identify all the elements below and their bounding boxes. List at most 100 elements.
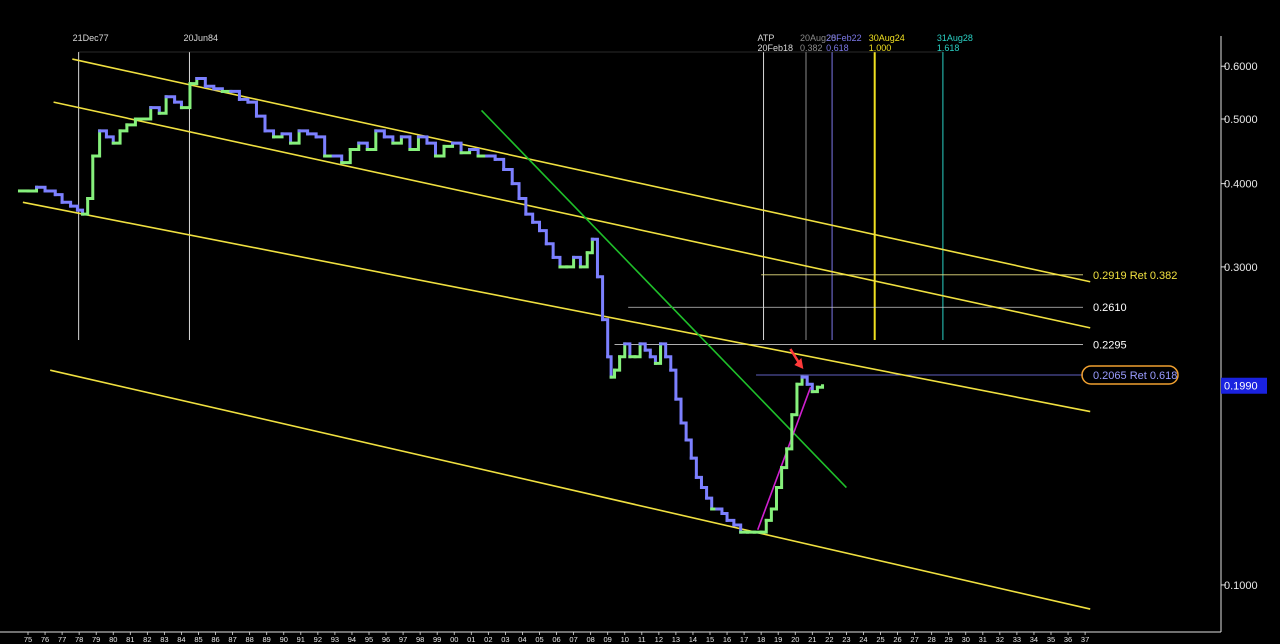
y-tick-label: 0.5000: [1224, 114, 1258, 126]
x-tick-label: 25: [876, 635, 884, 644]
price-chart: 21Dec77 20Jun84 ATP20Feb1820Aug200.38228Fe…: [0, 33, 1267, 644]
price-step: [759, 518, 768, 534]
x-tick-label: 05: [535, 635, 543, 644]
fib-level-lines: [614, 274, 1083, 376]
y-tick-label: 0.3000: [1224, 262, 1258, 274]
price-step: [699, 486, 709, 500]
price-step: [585, 237, 594, 255]
price-step: [694, 475, 703, 490]
x-tick-label: 36: [1064, 635, 1072, 644]
price-step: [613, 355, 622, 372]
price-step: [142, 106, 153, 121]
x-tick-label: 95: [365, 635, 373, 644]
x-tick-label: 97: [399, 635, 407, 644]
price-step: [664, 355, 673, 372]
x-tick-label: 88: [245, 635, 253, 644]
x-tick-label: 80: [109, 635, 117, 644]
annotations: 21Dec77 20Jun84 ATP20Feb1820Aug200.38228Fe…: [73, 33, 1179, 385]
x-tick-label: 06: [552, 635, 560, 644]
x-tick-label: 75: [24, 635, 32, 644]
y-tick-label: 0.6000: [1224, 61, 1258, 73]
x-tick-label: 83: [160, 635, 168, 644]
price-step: [679, 421, 688, 442]
support-line: [756, 386, 812, 531]
x-tick-label: 01: [467, 635, 475, 644]
level-label: 0.2295: [1093, 339, 1127, 351]
x-tick-label: 77: [58, 635, 66, 644]
x-tick-label: 08: [586, 635, 594, 644]
x-tick-label: 92: [314, 635, 322, 644]
x-tick-label: 31: [979, 635, 987, 644]
price-step: [669, 368, 678, 401]
date-label: 21Dec77: [73, 33, 109, 43]
x-tick-label: 81: [126, 635, 134, 644]
date-sublabel: 1.618: [937, 43, 960, 53]
date-label: 28Feb22: [826, 33, 862, 43]
price-step: [314, 135, 327, 158]
price-step: [633, 342, 642, 359]
x-tick-label: 79: [92, 635, 100, 644]
price-step: [510, 182, 521, 200]
price-step: [684, 438, 693, 460]
x-tick-label: 13: [672, 635, 680, 644]
vertical-date-lines: [78, 51, 944, 340]
x-tick-label: 99: [433, 635, 441, 644]
x-tick-label: 33: [1013, 635, 1021, 644]
x-tick-label: 12: [655, 635, 663, 644]
x-tick-label: 84: [177, 635, 185, 644]
price-step: [595, 275, 605, 322]
price-step: [86, 154, 95, 200]
price-step: [544, 242, 555, 259]
price-step: [689, 456, 698, 479]
date-label: 31Aug28: [937, 33, 973, 43]
y-axis: 0.6000 0.5000 0.4000 0.3000 0.1000 0.1990: [1221, 61, 1267, 592]
x-tick-label: 11: [638, 635, 646, 644]
x-tick-label: 29: [945, 635, 953, 644]
price-step: [674, 397, 683, 425]
x-tick-label: 00: [450, 635, 458, 644]
x-tick-label: 19: [774, 635, 782, 644]
x-tick-label: 96: [382, 635, 390, 644]
x-tick-label: 76: [41, 635, 49, 644]
date-label: ATP: [758, 33, 775, 43]
date-label: 30Aug24: [869, 33, 905, 43]
level-label: 0.2610: [1093, 302, 1127, 314]
y-tick-label: 0.4000: [1224, 179, 1258, 191]
x-axis: 75 76 77 78 79 80 81 82 83 84 85 86 87 88 89 90 91 92 93 94…: [24, 632, 1089, 644]
price-series: [17, 77, 825, 534]
x-tick-label: 35: [1047, 635, 1055, 644]
x-tick-label: 07: [569, 635, 577, 644]
channel-mid-line: [53, 101, 1091, 329]
x-tick-label: 26: [893, 635, 901, 644]
price-step: [502, 167, 514, 186]
price-step: [538, 229, 548, 246]
x-tick-label: 30: [962, 635, 970, 644]
x-tick-label: 91: [297, 635, 305, 644]
x-tick-label: 34: [1030, 635, 1038, 644]
x-tick-label: 93: [331, 635, 339, 644]
y-tick-label: 0.1000: [1224, 580, 1258, 592]
x-tick-label: 15: [706, 635, 714, 644]
x-tick-label: 20: [791, 635, 799, 644]
x-tick-label: 18: [757, 635, 765, 644]
x-tick-label: 23: [842, 635, 850, 644]
date-sublabel: 1.000: [869, 43, 892, 53]
channel-bottom-line: [49, 369, 1091, 610]
x-tick-label: 87: [228, 635, 236, 644]
level-label: 0.2065 Ret 0.618: [1093, 370, 1177, 382]
x-tick-label: 02: [484, 635, 492, 644]
x-tick-label: 27: [910, 635, 918, 644]
price-step: [618, 342, 627, 359]
price-step: [91, 129, 102, 158]
price-step: [764, 507, 773, 522]
x-tick-label: 32: [996, 635, 1004, 644]
x-tick-label: 14: [689, 635, 697, 644]
x-tick-label: 22: [825, 635, 833, 644]
price-step: [254, 114, 267, 133]
x-tick-label: 82: [143, 635, 151, 644]
x-tick-label: 90: [280, 635, 288, 644]
x-tick-label: 03: [501, 635, 509, 644]
date-sublabel: 0.382: [800, 43, 823, 53]
x-tick-label: 37: [1081, 635, 1089, 644]
x-tick-label: 10: [621, 635, 629, 644]
